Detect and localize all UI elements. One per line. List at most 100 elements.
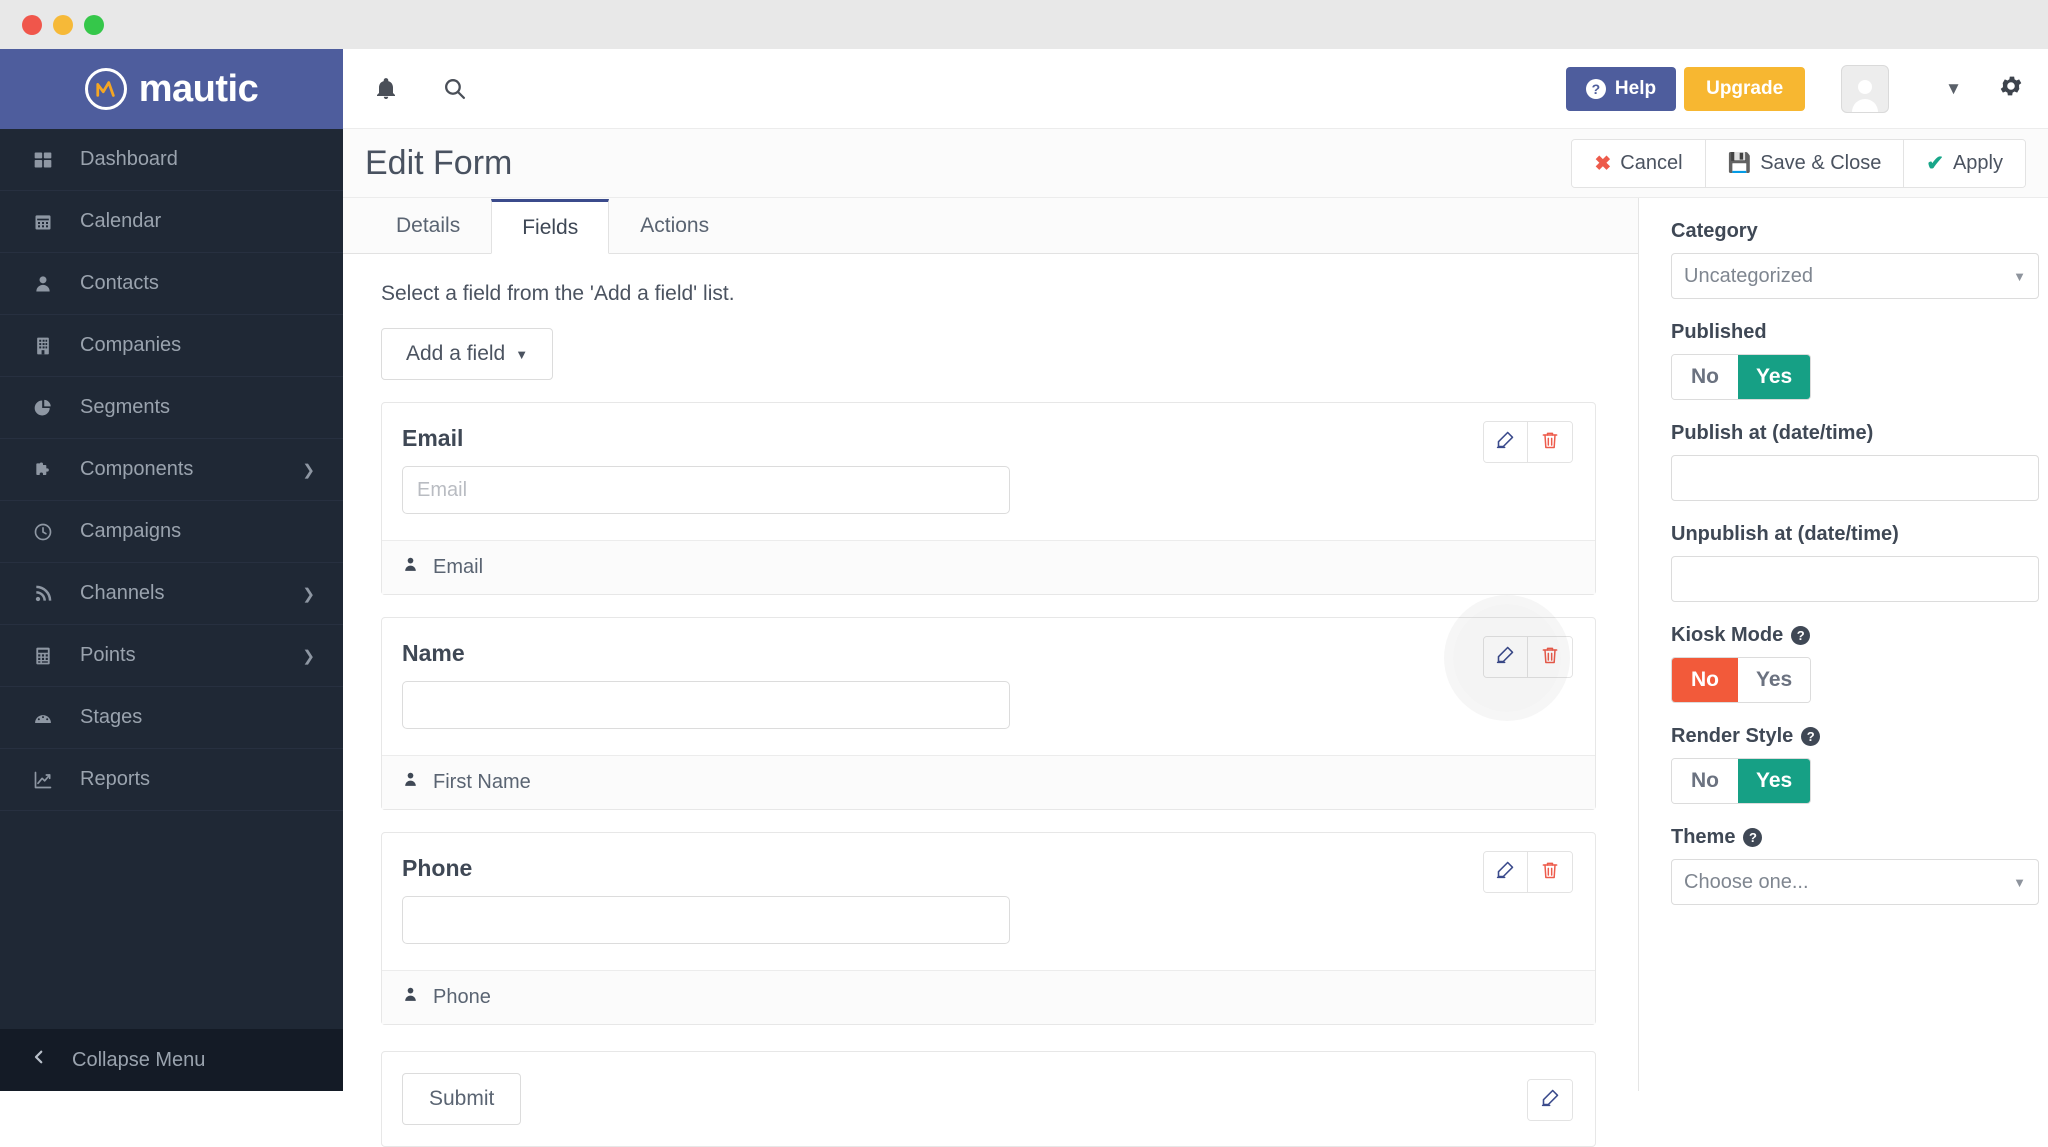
save-close-button[interactable]: 💾 Save & Close <box>1705 139 1905 187</box>
cancel-button-label: Cancel <box>1620 151 1683 174</box>
help-button[interactable]: ? Help <box>1565 66 1677 111</box>
unpublish-at-input[interactable] <box>1671 556 2039 602</box>
sidebar-item-reports[interactable]: Reports <box>0 749 343 811</box>
question-icon[interactable]: ? <box>1791 626 1811 645</box>
bell-icon[interactable] <box>369 72 403 106</box>
rss-icon <box>30 584 56 604</box>
calendar-icon <box>30 212 56 232</box>
theme-select[interactable]: Choose one... ▼ <box>1671 859 2039 905</box>
field-delete-button[interactable] <box>1528 422 1572 462</box>
tab-label: Actions <box>640 213 710 237</box>
cancel-button[interactable]: ✖ Cancel <box>1572 139 1706 187</box>
published-label: Published <box>1671 321 1767 343</box>
sidebar-item-dashboard[interactable]: Dashboard <box>0 129 343 191</box>
sidebar-item-points[interactable]: Points ❯ <box>0 625 343 687</box>
search-icon[interactable] <box>437 72 471 106</box>
field-card-actions <box>1483 636 1573 678</box>
sidebar-item-stages[interactable]: Stages <box>0 687 343 749</box>
window-close-button[interactable] <box>22 14 42 35</box>
render-style-label: Render Style ? <box>1671 725 2024 748</box>
help-button-label: Help <box>1614 77 1657 99</box>
submit-button[interactable]: Submit <box>402 1073 522 1125</box>
published-toggle: No Yes <box>1671 354 1812 400</box>
avatar[interactable] <box>1841 64 1890 113</box>
field-edit-button[interactable] <box>1484 637 1528 677</box>
page-header: Edit Form ✖ Cancel 💾 Save & Close ✔ Apply <box>343 129 2048 198</box>
x-icon: ✖ <box>1594 152 1612 175</box>
published-option-yes[interactable]: Yes <box>1738 355 1811 399</box>
field-input[interactable]: Email <box>402 466 1010 514</box>
edit-icon <box>1495 429 1516 455</box>
apply-button[interactable]: ✔ Apply <box>1904 139 2025 187</box>
building-icon <box>30 336 56 356</box>
sidebar-item-components[interactable]: Components ❯ <box>0 439 343 501</box>
fields-hint: Select a field from the 'Add a field' li… <box>381 282 735 305</box>
question-icon[interactable]: ? <box>1801 727 1821 746</box>
field-mapped-name: Phone <box>433 986 491 1008</box>
kiosk-mode-option-no[interactable]: No <box>1672 658 1738 702</box>
tab-actions[interactable]: Actions <box>609 198 740 253</box>
question-icon: ? <box>1585 78 1606 99</box>
field-list: Email Email Email Name First Name Phone Phone <box>381 402 1596 1025</box>
upgrade-button[interactable]: Upgrade <box>1684 66 1806 111</box>
pie-chart-icon <box>30 398 56 418</box>
upgrade-button-label: Upgrade <box>1706 77 1784 99</box>
category-label: Category <box>1671 220 1758 242</box>
user-icon <box>402 556 419 579</box>
tab-details[interactable]: Details <box>365 198 491 253</box>
render-style-option-yes[interactable]: Yes <box>1738 759 1811 803</box>
category-select[interactable]: Uncategorized ▼ <box>1671 253 2039 299</box>
publish-at-input[interactable] <box>1671 455 2039 501</box>
sidebar-item-collapse-menu[interactable]: Collapse Menu <box>0 1029 343 1091</box>
window-minimize-button[interactable] <box>53 14 73 35</box>
brand-logo[interactable]: mautic <box>0 49 343 129</box>
sidebar-item-campaigns[interactable]: Campaigns <box>0 501 343 563</box>
tab-fields[interactable]: Fields <box>491 199 610 254</box>
field-edit-button[interactable] <box>1484 852 1528 892</box>
sidebar-item-label: Companies <box>80 334 182 356</box>
field-input[interactable] <box>402 681 1010 729</box>
add-field-label: Add a field <box>406 342 506 365</box>
field-mapped-name: Email <box>433 556 484 578</box>
check-icon: ✔ <box>1926 151 1944 175</box>
sidebar-item-label: Channels <box>80 582 165 604</box>
user-menu-caret-icon[interactable]: ▼ <box>1945 79 1962 99</box>
save-close-button-label: Save & Close <box>1760 151 1882 174</box>
trash-icon <box>1540 860 1560 885</box>
window-maximize-button[interactable] <box>84 14 104 35</box>
caret-down-icon: ▼ <box>2013 268 2026 284</box>
puzzle-icon <box>30 460 56 480</box>
field-delete-button[interactable] <box>1528 637 1572 677</box>
theme-label: Theme ? <box>1671 826 2024 849</box>
sidebar-item-label: Components <box>80 458 194 480</box>
sidebar-item-contacts[interactable]: Contacts <box>0 253 343 315</box>
render-style-option-no[interactable]: No <box>1672 759 1738 803</box>
field-input[interactable] <box>402 896 1010 944</box>
gear-icon[interactable] <box>1998 73 2024 104</box>
sidebar-item-segments[interactable]: Segments <box>0 377 343 439</box>
field-card-actions <box>1483 851 1573 893</box>
render-style-toggle: No Yes <box>1671 758 1812 804</box>
field-input-placeholder: Email <box>417 478 468 501</box>
category-value: Uncategorized <box>1684 264 1813 287</box>
field-delete-button[interactable] <box>1528 852 1572 892</box>
submit-edit-button[interactable] <box>1528 1080 1572 1120</box>
field-edit-button[interactable] <box>1484 422 1528 462</box>
sidebar-item-label: Dashboard <box>80 148 178 170</box>
tab-label: Details <box>396 213 461 237</box>
add-field-button[interactable]: Add a field ▼ <box>381 328 554 380</box>
sidebar-item-calendar[interactable]: Calendar <box>0 191 343 253</box>
calculator-icon <box>30 646 56 666</box>
kiosk-mode-option-yes[interactable]: Yes <box>1738 658 1811 702</box>
user-icon <box>402 986 419 1009</box>
kiosk-mode-label: Kiosk Mode ? <box>1671 624 2024 647</box>
sidebar-item-channels[interactable]: Channels ❯ <box>0 563 343 625</box>
chevron-left-icon <box>30 1048 48 1072</box>
grid-icon <box>30 150 56 170</box>
sidebar-item-companies[interactable]: Companies <box>0 315 343 377</box>
brand-name: mautic <box>138 67 259 110</box>
field-card-body: Name <box>382 618 1595 755</box>
question-icon[interactable]: ? <box>1743 828 1763 847</box>
theme-value: Choose one... <box>1684 870 1809 893</box>
published-option-no[interactable]: No <box>1672 355 1738 399</box>
